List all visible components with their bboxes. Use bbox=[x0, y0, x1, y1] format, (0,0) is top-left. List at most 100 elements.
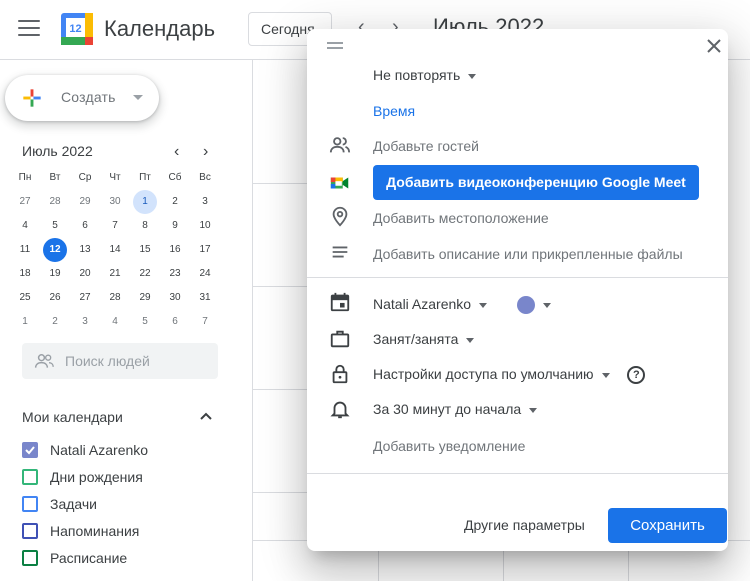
mini-cal-day[interactable]: 30 bbox=[103, 190, 127, 214]
calendar-checkbox[interactable] bbox=[22, 523, 38, 539]
owner-dropdown-icon bbox=[479, 302, 488, 308]
mini-cal-day[interactable]: 24 bbox=[193, 262, 217, 286]
mini-cal-day[interactable]: 10 bbox=[193, 214, 217, 238]
mini-cal-day[interactable]: 7 bbox=[193, 310, 217, 334]
mini-cal-day[interactable]: 29 bbox=[133, 286, 157, 310]
mini-cal-day[interactable]: 12 bbox=[43, 238, 67, 262]
logo-day-number: 12 bbox=[69, 23, 81, 35]
grid-line-h2 bbox=[252, 286, 307, 287]
time-link[interactable]: Время bbox=[373, 103, 415, 119]
location-icon bbox=[332, 206, 348, 227]
guests-icon bbox=[329, 137, 351, 153]
mini-prev-icon[interactable]: ‹ bbox=[174, 143, 179, 161]
mini-cal-day[interactable]: 2 bbox=[163, 190, 187, 214]
color-dropdown-icon[interactable] bbox=[542, 302, 551, 308]
mini-cal-day[interactable]: 19 bbox=[43, 262, 67, 286]
grid-line-h3 bbox=[252, 389, 307, 390]
add-location-field[interactable]: Добавить местоположение bbox=[373, 210, 549, 226]
mini-cal-day[interactable]: 2 bbox=[43, 310, 67, 334]
mini-cal-day[interactable]: 23 bbox=[163, 262, 187, 286]
mini-cal-day[interactable]: 7 bbox=[103, 214, 127, 238]
plus-icon bbox=[23, 89, 41, 107]
calendar-checkbox[interactable] bbox=[22, 469, 38, 485]
mini-cal-day[interactable]: 9 bbox=[163, 214, 187, 238]
add-guests-field[interactable]: Добавьте гостей bbox=[373, 138, 479, 154]
calendar-icon bbox=[330, 292, 350, 312]
mini-cal-day[interactable]: 21 bbox=[103, 262, 127, 286]
owner-calendar-select[interactable]: Natali Azarenko bbox=[373, 296, 551, 315]
add-reminder-link[interactable]: Добавить уведомление bbox=[373, 438, 525, 454]
event-dialog: Не повторять Время Добавьте гостей Добав… bbox=[307, 29, 728, 551]
mini-cal-day[interactable]: 11 bbox=[13, 238, 37, 262]
visibility-select[interactable]: Настройки доступа по умолчанию ? bbox=[373, 366, 646, 385]
reminder-select[interactable]: За 30 минут до начала bbox=[373, 401, 538, 417]
mini-cal-day[interactable]: 22 bbox=[133, 262, 157, 286]
calendar-logo-icon: 12 bbox=[61, 13, 93, 45]
visibility-dropdown-icon bbox=[601, 372, 610, 378]
mini-cal-day[interactable]: 27 bbox=[13, 190, 37, 214]
mini-cal-day[interactable]: 31 bbox=[193, 286, 217, 310]
search-people-input[interactable]: Поиск людей bbox=[22, 343, 218, 379]
mini-cal-day[interactable]: 17 bbox=[193, 238, 217, 262]
mini-cal-day[interactable]: 1 bbox=[13, 310, 37, 334]
add-description-field[interactable]: Добавить описание или прикрепленные файл… bbox=[373, 246, 683, 262]
drag-handle-icon[interactable] bbox=[327, 42, 343, 52]
lock-icon bbox=[332, 364, 348, 384]
mini-cal-day[interactable]: 5 bbox=[133, 310, 157, 334]
mini-cal-day[interactable]: 16 bbox=[163, 238, 187, 262]
reminder-label: За 30 минут до начала bbox=[373, 401, 522, 417]
mini-cal-day[interactable]: 3 bbox=[193, 190, 217, 214]
grid-line-h4 bbox=[252, 492, 307, 493]
repeat-select[interactable]: Не повторять bbox=[373, 67, 477, 83]
mini-cal-weekday: Сб bbox=[168, 172, 182, 183]
mini-cal-day[interactable]: 8 bbox=[133, 214, 157, 238]
description-icon bbox=[332, 246, 348, 258]
mini-cal-day[interactable]: 13 bbox=[73, 238, 97, 262]
mini-cal-day[interactable]: 18 bbox=[13, 262, 37, 286]
mini-cal-day[interactable]: 29 bbox=[73, 190, 97, 214]
repeat-label: Не повторять bbox=[373, 67, 461, 83]
main-menu-icon[interactable] bbox=[18, 20, 40, 38]
close-icon[interactable] bbox=[707, 37, 721, 58]
calendar-label: Задачи bbox=[50, 496, 98, 512]
mini-cal-day[interactable]: 26 bbox=[43, 286, 67, 310]
mini-cal-day[interactable]: 6 bbox=[163, 310, 187, 334]
mini-cal-day[interactable]: 28 bbox=[43, 190, 67, 214]
calendar-label: Дни рождения bbox=[50, 469, 143, 485]
mini-cal-day[interactable]: 5 bbox=[43, 214, 67, 238]
mini-cal-day[interactable]: 6 bbox=[73, 214, 97, 238]
mini-cal-day[interactable]: 14 bbox=[103, 238, 127, 262]
add-google-meet-button[interactable]: Добавить видеоконференцию Google Meet bbox=[373, 165, 699, 200]
save-button[interactable]: Сохранить bbox=[608, 508, 727, 543]
mini-cal-day[interactable]: 4 bbox=[13, 214, 37, 238]
app-title: Календарь bbox=[104, 16, 216, 41]
mini-cal-day[interactable]: 1 bbox=[133, 190, 157, 214]
mini-cal-day[interactable]: 30 bbox=[163, 286, 187, 310]
my-calendars-title: Мои календари bbox=[22, 409, 123, 425]
more-options-button[interactable]: Другие параметры bbox=[464, 517, 585, 533]
mini-cal-weekday: Вт bbox=[49, 172, 61, 183]
calendar-checkbox[interactable] bbox=[22, 442, 38, 458]
mini-cal-day[interactable]: 20 bbox=[73, 262, 97, 286]
mini-cal-day[interactable]: 28 bbox=[103, 286, 127, 310]
help-icon[interactable]: ? bbox=[627, 366, 646, 385]
mini-cal-weekday: Вс bbox=[199, 172, 211, 183]
mini-next-icon[interactable]: › bbox=[203, 143, 208, 161]
mini-cal-day[interactable]: 15 bbox=[133, 238, 157, 262]
mini-cal-day[interactable]: 25 bbox=[13, 286, 37, 310]
calendar-label: Расписание bbox=[50, 550, 128, 566]
calendar-checkbox[interactable] bbox=[22, 496, 38, 512]
mini-calendar-title: Июль 2022 bbox=[22, 143, 93, 159]
busy-status-label: Занят/занята bbox=[373, 331, 459, 347]
repeat-dropdown-icon bbox=[468, 73, 477, 79]
chevron-up-icon[interactable] bbox=[199, 408, 213, 424]
mini-cal-day[interactable]: 4 bbox=[103, 310, 127, 334]
create-button[interactable]: Создать bbox=[5, 75, 159, 121]
busy-status-select[interactable]: Занят/занята bbox=[373, 331, 475, 347]
mini-cal-day[interactable]: 3 bbox=[73, 310, 97, 334]
mini-cal-day[interactable]: 27 bbox=[73, 286, 97, 310]
event-color-swatch[interactable] bbox=[516, 296, 535, 315]
owner-name: Natali Azarenko bbox=[373, 296, 472, 312]
calendar-checkbox[interactable] bbox=[22, 550, 38, 566]
grid-line-h1 bbox=[252, 183, 307, 184]
